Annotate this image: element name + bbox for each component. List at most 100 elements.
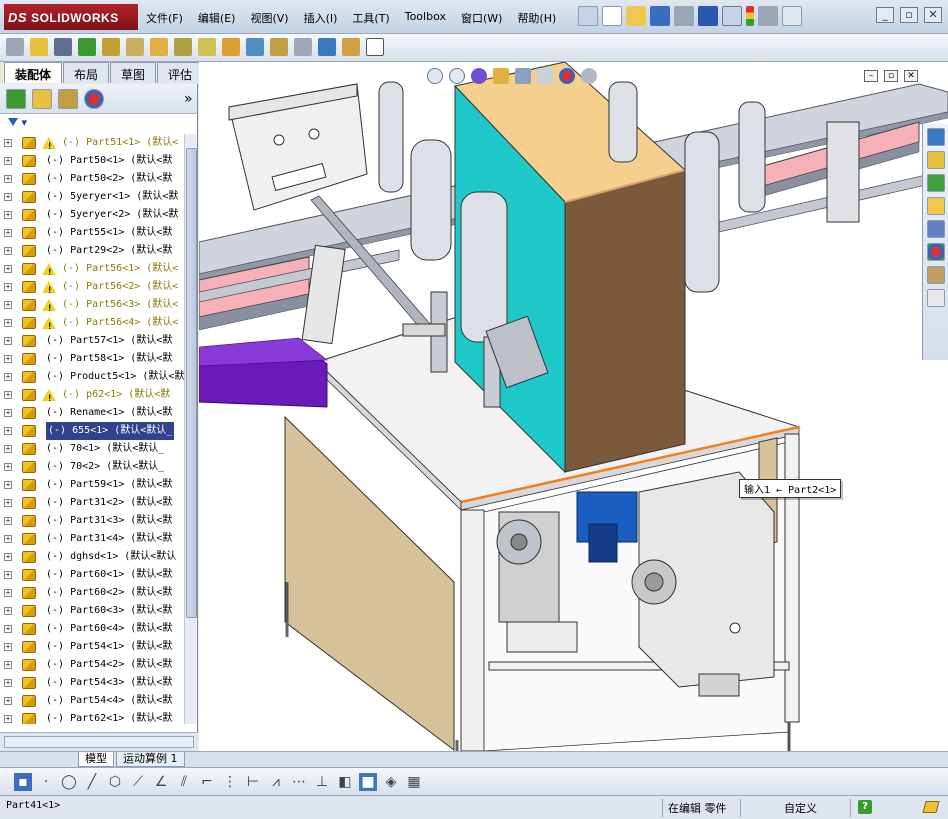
smart-fasteners-icon[interactable] <box>102 38 120 56</box>
new-motion-study-icon[interactable] <box>222 38 240 56</box>
tree-filter[interactable]: ▾ <box>0 114 197 134</box>
dimension-icon[interactable]: ⊢ <box>244 773 262 791</box>
status-units[interactable]: 自定义 <box>784 800 817 816</box>
tree-row[interactable]: + (-) Part29<2> (默认<默 <box>0 242 184 260</box>
assembly-model-render[interactable] <box>199 62 948 751</box>
show-hidden-icon[interactable] <box>150 38 168 56</box>
tree-row[interactable]: + (-) Part54<3> (默认<默 <box>0 674 184 692</box>
relations-icon[interactable]: ⊥ <box>313 773 331 791</box>
interference-detection-icon[interactable] <box>318 38 336 56</box>
tree-row[interactable]: + (-) Part57<1> (默认<默 <box>0 332 184 350</box>
command-tab[interactable]: 装配体 <box>4 62 63 83</box>
expand-toggle-icon[interactable]: + <box>4 625 12 633</box>
menu-item[interactable]: 视图(V) <box>250 10 288 26</box>
centerline-icon[interactable]: ⟋ <box>129 773 147 791</box>
tree-row[interactable]: + (-) dghsd<1> (默认<默认 <box>0 548 184 566</box>
expand-toggle-icon[interactable]: + <box>4 661 12 669</box>
shaded-display-icon[interactable]: ■ <box>359 772 377 791</box>
tree-row[interactable]: + (-) 70<1> (默认<默认_ <box>0 440 184 458</box>
expand-toggle-icon[interactable]: + <box>4 553 12 561</box>
horizontal-scrollbar[interactable] <box>4 736 194 748</box>
tree-row[interactable]: + (-) Part56<2> (默认< <box>0 278 184 300</box>
open-folder-icon[interactable] <box>626 6 646 26</box>
command-tab[interactable]: 草图 <box>110 62 157 83</box>
expand-toggle-icon[interactable]: + <box>4 715 12 723</box>
tree-row[interactable]: + (-) 655<1> (默认<默认_ <box>0 422 184 440</box>
mate-icon[interactable] <box>54 38 72 56</box>
tree-row[interactable]: + (-) p62<1> (默认<默 <box>0 386 184 408</box>
save-icon[interactable]: ▪ <box>14 772 32 791</box>
expand-toggle-icon[interactable]: + <box>4 319 12 327</box>
expand-toggle-icon[interactable]: + <box>4 283 12 291</box>
tree-row[interactable]: + (-) Part59<1> (默认<默 <box>0 476 184 494</box>
tree-row[interactable]: + (-) 5yeryer<2> (默认<默 <box>0 206 184 224</box>
expand-toggle-icon[interactable]: + <box>4 157 12 165</box>
expand-toggle-icon[interactable]: + <box>4 571 12 579</box>
expand-toggle-icon[interactable]: + <box>4 499 12 507</box>
menu-item[interactable]: 帮助(H) <box>517 10 556 26</box>
tree-row[interactable]: + (-) 5yeryer<1> (默认<默 <box>0 188 184 206</box>
model-tab[interactable]: 模型 <box>78 752 114 767</box>
instant3d-icon[interactable] <box>342 38 360 56</box>
command-tab[interactable]: 评估 <box>157 62 204 83</box>
menu-item[interactable]: 编辑(E) <box>198 10 236 26</box>
tree-row[interactable]: + (-) Part62<1> (默认<默 <box>0 710 184 724</box>
expand-toggle-icon[interactable]: + <box>4 517 12 525</box>
panel-expand-icon[interactable]: » <box>184 91 193 107</box>
pin-icon[interactable] <box>578 6 598 26</box>
expand-toggle-icon[interactable]: + <box>4 427 12 435</box>
tree-row[interactable]: + (-) Part60<4> (默认<默 <box>0 620 184 638</box>
expand-toggle-icon[interactable]: + <box>4 301 12 309</box>
menu-item[interactable]: 工具(T) <box>352 10 389 26</box>
new-part-icon[interactable] <box>30 38 48 56</box>
view-orientation-icon[interactable] <box>515 68 531 84</box>
design-library-icon[interactable] <box>926 174 945 192</box>
search-icon[interactable] <box>926 220 945 238</box>
tree-row[interactable]: + (-) Part56<4> (默认< <box>0 314 184 336</box>
assembly-features-icon[interactable] <box>174 38 192 56</box>
tree-row[interactable]: + (-) Part54<1> (默认<默 <box>0 638 184 656</box>
property-manager-tab-icon[interactable] <box>32 88 52 109</box>
solidworks-logo[interactable]: DS SOLIDWORKS <box>4 4 138 30</box>
menu-item[interactable]: 插入(I) <box>304 10 338 26</box>
point-icon[interactable]: · <box>37 773 55 791</box>
expand-toggle-icon[interactable]: + <box>4 697 12 705</box>
viewport-close-button[interactable]: ✕ <box>904 70 918 82</box>
help-icon[interactable] <box>782 6 802 26</box>
expand-toggle-icon[interactable]: + <box>4 535 12 543</box>
tree-row[interactable]: + (-) Part55<1> (默认<默 <box>0 224 184 242</box>
select-pointer-icon[interactable] <box>722 6 742 26</box>
tree-row[interactable]: + (-) Product5<1> (默认<默 <box>0 368 184 386</box>
expand-toggle-icon[interactable]: + <box>4 409 12 417</box>
expand-toggle-icon[interactable]: + <box>4 193 12 201</box>
rebuild-traffic-light-icon[interactable] <box>746 6 754 26</box>
tree-row[interactable]: + (-) Part58<1> (默认<默 <box>0 350 184 368</box>
minimize-button[interactable]: _ <box>876 7 894 23</box>
expand-toggle-icon[interactable]: + <box>4 211 12 219</box>
tree-row[interactable]: + (-) Part56<3> (默认< <box>0 296 184 318</box>
zoom-to-fit-icon[interactable] <box>427 68 443 84</box>
appearances-scenes-icon[interactable] <box>926 266 945 284</box>
expand-toggle-icon[interactable]: + <box>4 337 12 345</box>
menu-item[interactable]: Toolbox <box>405 10 446 26</box>
restore-button[interactable]: ▫ <box>900 7 918 23</box>
print-icon[interactable] <box>674 6 694 26</box>
options-icon[interactable] <box>758 6 778 26</box>
reference-geometry-icon[interactable] <box>198 38 216 56</box>
previous-view-icon[interactable] <box>471 68 487 84</box>
insert-component-icon[interactable] <box>6 38 24 56</box>
viewport-minimize-button[interactable]: – <box>864 70 878 82</box>
scrollbar-thumb[interactable] <box>186 148 197 618</box>
display-style-icon[interactable] <box>537 68 553 84</box>
expand-toggle-icon[interactable]: + <box>4 373 12 381</box>
menu-item[interactable]: 文件(F) <box>146 10 183 26</box>
expand-toggle-icon[interactable]: + <box>4 445 12 453</box>
scene-icon[interactable] <box>581 68 597 84</box>
tree-row[interactable]: + (-) Part56<1> (默认< <box>0 260 184 282</box>
move-component-icon[interactable] <box>126 38 144 56</box>
expand-toggle-icon[interactable]: + <box>4 139 12 147</box>
expand-toggle-icon[interactable]: + <box>4 607 12 615</box>
tree-row[interactable]: + (-) Part50<1> (默认<默 <box>0 152 184 170</box>
tree-row[interactable]: + (-) Part31<4> (默认<默 <box>0 530 184 548</box>
tree-row[interactable]: + (-) Part51<1> (默认< <box>0 134 184 156</box>
